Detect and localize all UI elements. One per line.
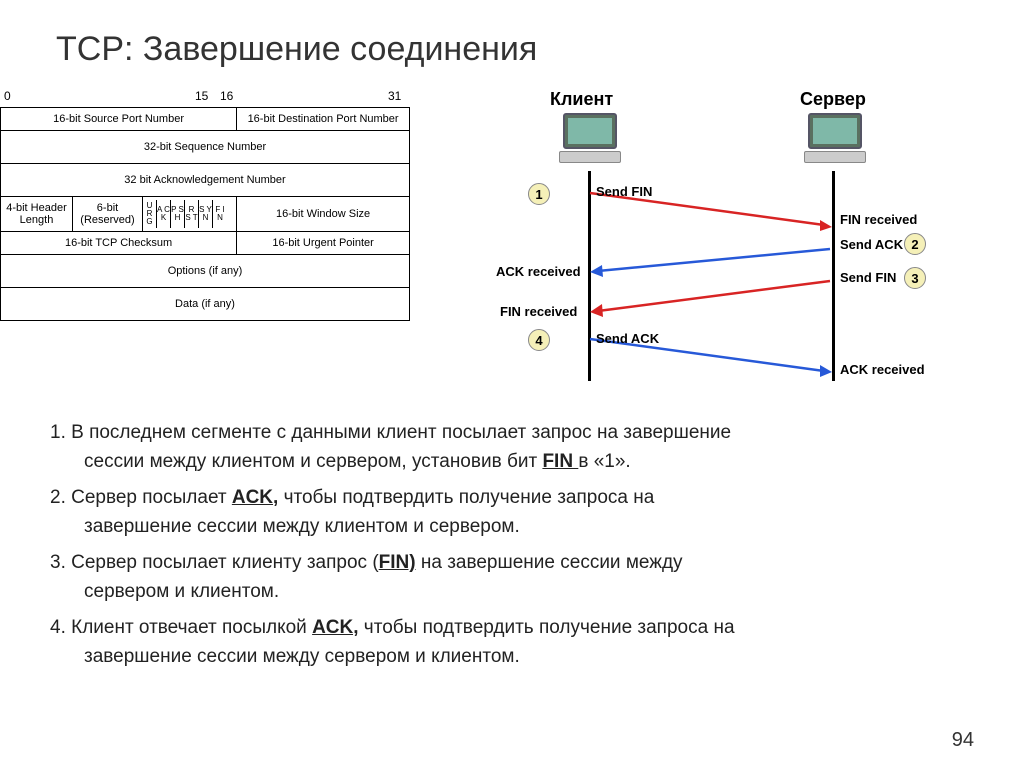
flag-ack: A C K xyxy=(157,200,171,228)
label-send-ack-1: Send ACK xyxy=(840,237,903,252)
client-label: Клиент xyxy=(550,89,613,110)
slide-title: TCP: Завершение соединения xyxy=(0,0,1024,89)
b1-text-b: сессии между клиентом и сервером, устано… xyxy=(84,451,542,472)
b4-text-d: завершение сессии между сервером и клиен… xyxy=(50,643,974,672)
b2-text-c: чтобы подтвердить получение запроса на xyxy=(278,487,654,508)
sequence-diagram: Клиент Сервер 1 2 3 4 Send FIN FIN recei… xyxy=(480,89,950,389)
b4-text-c: чтобы подтвердить получение запроса на xyxy=(359,617,735,638)
bullet-3: 3. Сервер посылает клиенту запрос (FIN) … xyxy=(50,549,974,606)
b2-ack: ACK, xyxy=(232,487,278,508)
page-number: 94 xyxy=(952,729,974,752)
bit-16: 16 xyxy=(220,89,233,103)
step-2-circle: 2 xyxy=(904,233,926,255)
b4-ack: ACK, xyxy=(312,617,358,638)
b3-text-c: на завершение сессии между xyxy=(416,552,683,573)
description-list: 1. В последнем сегменте с данными клиент… xyxy=(0,389,1024,671)
step-3-circle: 3 xyxy=(904,267,926,289)
step-1-circle: 1 xyxy=(528,183,550,205)
b1-text-d: в «1». xyxy=(578,451,630,472)
b1-fin: FIN xyxy=(542,451,578,472)
b4-text-a: 4. Клиент отвечает посылкой xyxy=(50,617,312,638)
bullet-1: 1. В последнем сегменте с данными клиент… xyxy=(50,419,974,476)
options-cell: Options (if any) xyxy=(1,255,410,288)
bit-15: 15 xyxy=(195,89,208,103)
b3-text-d: сервером и клиентом. xyxy=(50,578,974,607)
top-content: 0 15 16 31 16-bit Source Port Number 16-… xyxy=(0,89,1024,389)
b3-text-a: 3. Сервер посылает клиенту запрос ( xyxy=(50,552,379,573)
label-send-ack-2: Send ACK xyxy=(596,331,659,346)
seqnum-cell: 32-bit Sequence Number xyxy=(1,131,410,164)
acknum-cell: 32 bit Acknowledgement Number xyxy=(1,164,410,197)
label-send-fin-2: Send FIN xyxy=(840,270,896,285)
flag-fin: F I N xyxy=(213,200,227,228)
server-label: Сервер xyxy=(800,89,866,110)
bit-0: 0 xyxy=(4,89,11,103)
bit-scale: 0 15 16 31 xyxy=(0,89,420,107)
step-4-circle: 4 xyxy=(528,329,550,351)
checksum-cell: 16-bit TCP Checksum xyxy=(1,232,237,255)
server-computer-icon xyxy=(800,113,870,167)
reserved-cell: 6-bit (Reserved) xyxy=(73,197,143,232)
label-fin-received-1: FIN received xyxy=(840,212,917,227)
urgptr-cell: 16-bit Urgent Pointer xyxy=(237,232,410,255)
tcp-header-table: 0 15 16 31 16-bit Source Port Number 16-… xyxy=(0,89,420,389)
winsize-cell: 16-bit Window Size xyxy=(237,197,410,232)
label-ack-received-2: ACK received xyxy=(840,362,925,377)
label-ack-received-1: ACK received xyxy=(496,264,581,279)
b1-text-a: 1. В последнем сегменте с данными клиент… xyxy=(50,422,731,443)
b2-text-d: завершение сессии между клиентом и серве… xyxy=(50,513,974,542)
dstport-cell: 16-bit Destination Port Number xyxy=(237,108,410,131)
bullet-2: 2. Сервер посылает ACK, чтобы подтвердит… xyxy=(50,484,974,541)
flag-rst: R S T xyxy=(185,200,199,228)
flag-urg: U R G xyxy=(143,200,157,228)
bullet-4: 4. Клиент отвечает посылкой ACK, чтобы п… xyxy=(50,614,974,671)
client-computer-icon xyxy=(555,113,625,167)
data-cell: Data (if any) xyxy=(1,288,410,321)
bit-31: 31 xyxy=(388,89,401,103)
b3-fin: FIN) xyxy=(379,552,416,573)
srcport-cell: 16-bit Source Port Number xyxy=(1,108,237,131)
flag-syn: S Y N xyxy=(199,200,213,228)
b2-text-a: 2. Сервер посылает xyxy=(50,487,232,508)
label-fin-received-2: FIN received xyxy=(500,304,577,319)
flag-psh: P S H xyxy=(171,200,185,228)
label-send-fin-1: Send FIN xyxy=(596,184,652,199)
flags-cell: U R G A C K P S H R S T S Y N F I N xyxy=(143,197,237,232)
hlen-cell: 4-bit Header Length xyxy=(1,197,73,232)
